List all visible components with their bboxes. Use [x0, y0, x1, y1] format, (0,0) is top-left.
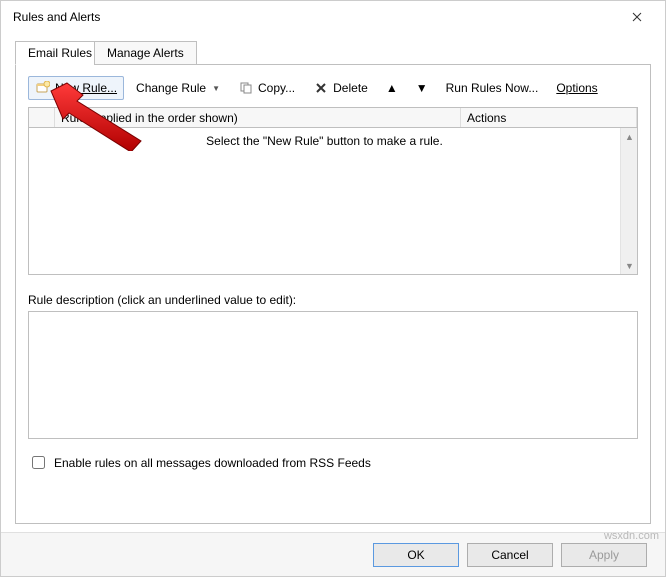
copy-button[interactable]: Copy... — [232, 76, 301, 100]
ok-button[interactable]: OK — [373, 543, 459, 567]
apply-button[interactable]: Apply — [561, 543, 647, 567]
scroll-up-icon[interactable]: ▲ — [621, 128, 637, 145]
delete-button[interactable]: Delete — [307, 76, 374, 100]
rss-checkbox-label: Enable rules on all messages downloaded … — [54, 456, 371, 470]
scroll-down-icon[interactable]: ▼ — [621, 257, 637, 274]
run-rules-now-button[interactable]: Run Rules Now... — [440, 76, 545, 100]
cancel-button[interactable]: Cancel — [467, 543, 553, 567]
dropdown-icon: ▼ — [212, 84, 220, 93]
rules-list-header: Rule (applied in the order shown) Action… — [29, 108, 637, 128]
rules-list-body: Select the "New Rule" button to make a r… — [29, 128, 637, 274]
rules-and-alerts-dialog: Rules and Alerts Email Rules Manage Aler… — [0, 0, 666, 577]
down-icon: ▼ — [416, 81, 428, 95]
run-rules-now-label: Run Rules Now... — [446, 81, 539, 95]
column-actions-label: Actions — [467, 111, 506, 125]
rules-list: Rule (applied in the order shown) Action… — [28, 107, 638, 275]
column-rule-label: Rule (applied in the order shown) — [61, 111, 238, 125]
empty-placeholder: Select the "New Rule" button to make a r… — [29, 134, 620, 148]
column-actions[interactable]: Actions — [461, 108, 637, 127]
copy-label: Copy... — [258, 81, 295, 95]
copy-icon — [238, 80, 254, 96]
tab-email-rules-label: Email Rules — [28, 46, 92, 60]
new-rule-label: New Rule... — [55, 81, 117, 95]
titlebar: Rules and Alerts — [1, 1, 665, 33]
tab-manage-alerts-label: Manage Alerts — [107, 46, 184, 60]
dialog-footer: OK Cancel Apply — [1, 532, 665, 576]
close-icon — [632, 12, 642, 22]
rss-checkbox[interactable] — [32, 456, 45, 469]
tabs-bar: Email Rules Manage Alerts — [15, 41, 651, 65]
options-button[interactable]: Options — [550, 76, 603, 100]
tab-content: New Rule... Change Rule ▼ Copy... Delete… — [15, 65, 651, 524]
tab-manage-alerts[interactable]: Manage Alerts — [94, 41, 197, 65]
delete-label: Delete — [333, 81, 368, 95]
close-button[interactable] — [617, 3, 657, 31]
new-rule-icon — [35, 80, 51, 96]
move-up-button[interactable]: ▲ — [380, 76, 404, 100]
rule-description-label: Rule description (click an underlined va… — [28, 293, 638, 307]
rss-checkbox-row[interactable]: Enable rules on all messages downloaded … — [28, 453, 638, 472]
column-checkbox[interactable] — [29, 108, 55, 127]
up-icon: ▲ — [386, 81, 398, 95]
options-label: Options — [556, 81, 597, 95]
change-rule-button[interactable]: Change Rule ▼ — [130, 76, 226, 100]
change-rule-label: Change Rule — [136, 81, 206, 95]
tab-email-rules[interactable]: Email Rules — [15, 41, 105, 65]
column-rule[interactable]: Rule (applied in the order shown) — [55, 108, 461, 127]
toolbar: New Rule... Change Rule ▼ Copy... Delete… — [28, 75, 638, 101]
new-rule-button[interactable]: New Rule... — [28, 76, 124, 100]
rule-description-box[interactable] — [28, 311, 638, 439]
watermark: wsxdn.com — [604, 530, 659, 542]
scrollbar[interactable]: ▲ ▼ — [620, 128, 637, 274]
delete-icon — [313, 80, 329, 96]
move-down-button[interactable]: ▼ — [410, 76, 434, 100]
window-title: Rules and Alerts — [13, 10, 617, 24]
